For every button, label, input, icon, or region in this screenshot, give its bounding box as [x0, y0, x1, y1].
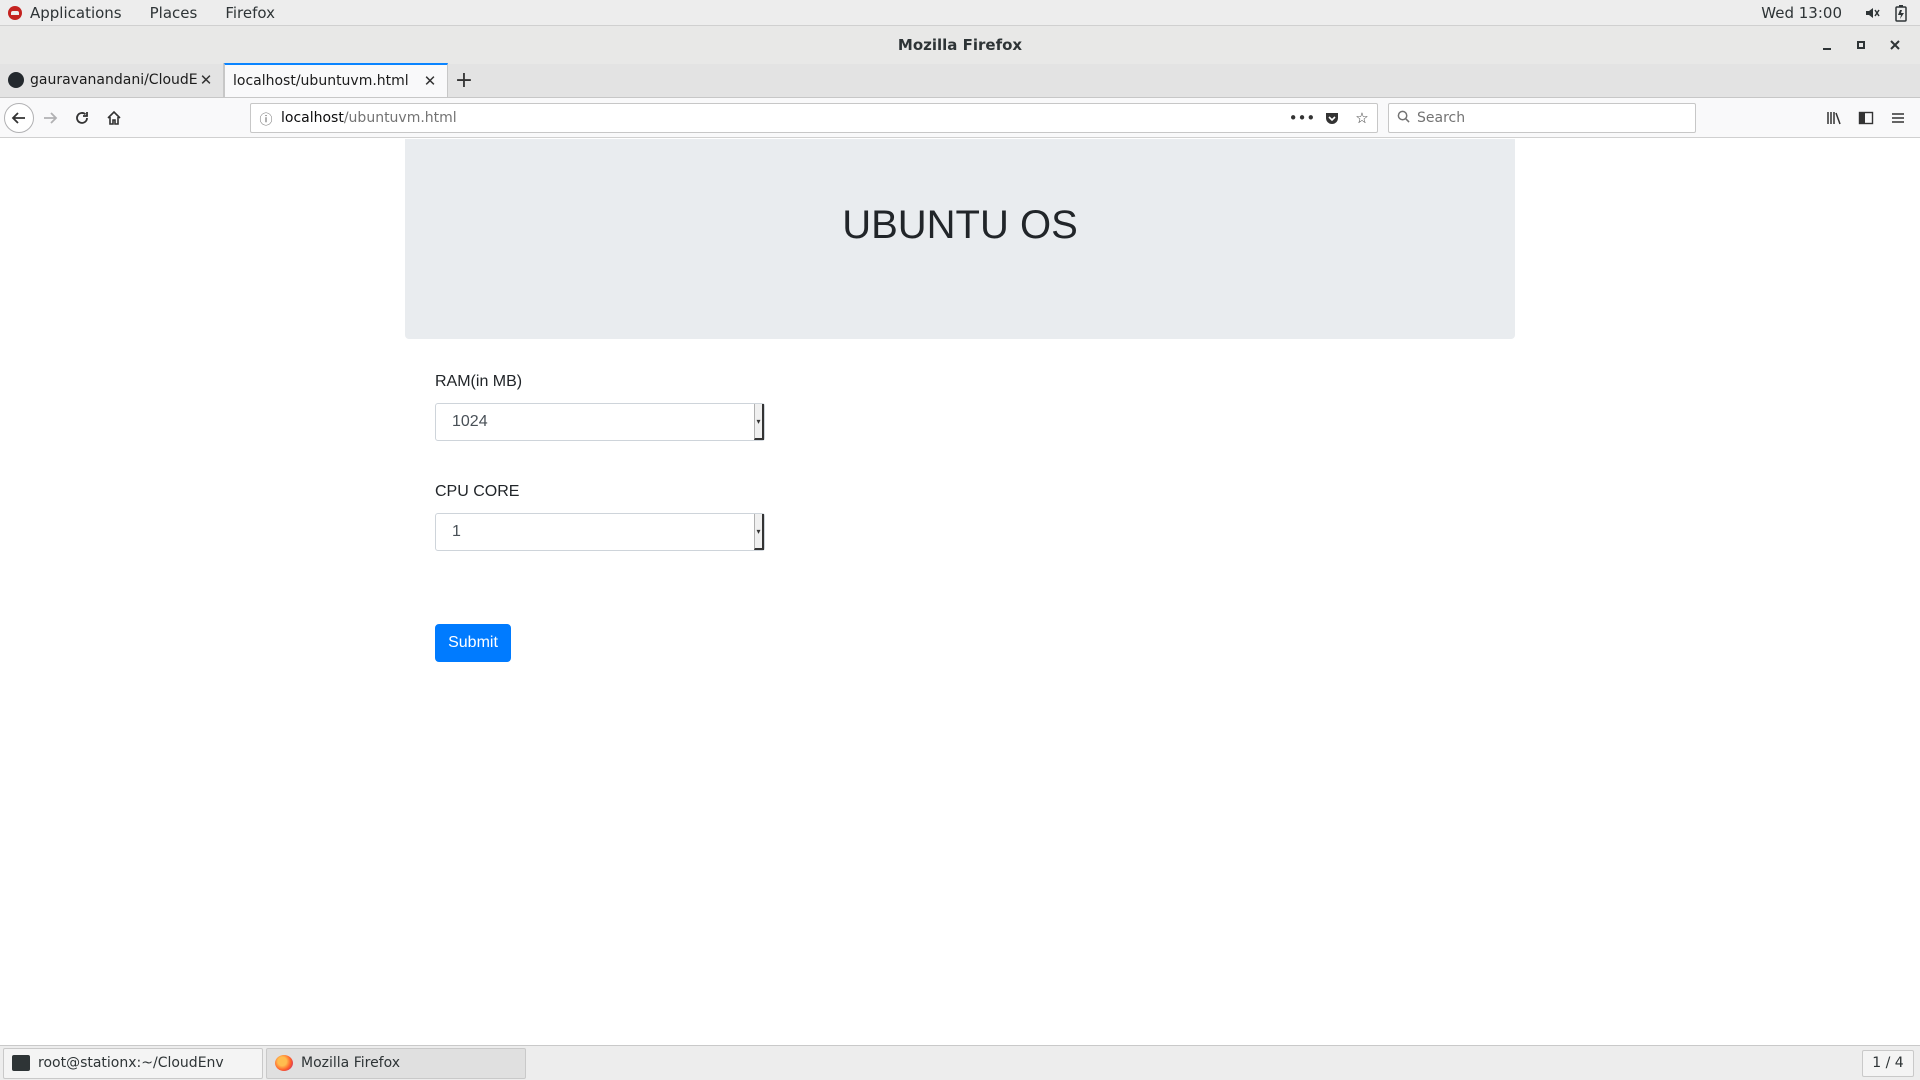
applications-menu-label: Applications [30, 3, 122, 22]
url-bar[interactable]: ⓘ localhost/ubuntuvm.html ••• ☆ [250, 103, 1378, 133]
applications-menu[interactable]: Applications [0, 0, 136, 26]
reload-button[interactable] [66, 102, 98, 134]
close-window-button[interactable] [1878, 30, 1912, 60]
page-title: UBUNTU OS [842, 203, 1078, 247]
cpu-select-value: 1 [452, 523, 461, 540]
tab-strip: gauravanandani/CloudEnv ✕ localhost/ubun… [0, 63, 1920, 98]
tab-label: localhost/ubuntuvm.html [233, 73, 409, 89]
ram-select-value: 1024 [452, 413, 488, 430]
back-button[interactable] [4, 102, 34, 133]
tab-github[interactable]: gauravanandani/CloudEnv ✕ [0, 63, 224, 97]
forward-button[interactable] [34, 102, 66, 134]
distro-logo-icon [8, 5, 22, 20]
bookmark-star-icon[interactable]: ☆ [1347, 104, 1377, 132]
ram-select[interactable]: 1024 ▾ [435, 403, 765, 441]
firefox-app-menu-label: Firefox [225, 3, 275, 22]
minimize-button[interactable] [1810, 30, 1844, 60]
clock[interactable]: Wed 13:00 [1761, 4, 1842, 22]
taskbar-item-terminal[interactable]: root@stationx:~/CloudEnv [3, 1047, 263, 1079]
url-actions: ••• ☆ [1287, 104, 1377, 132]
ram-label: RAM(in MB) [435, 373, 523, 390]
places-menu-label: Places [149, 3, 198, 22]
new-tab-button[interactable]: + [448, 63, 480, 97]
home-button[interactable] [98, 102, 130, 134]
close-icon[interactable]: ✕ [197, 71, 215, 89]
window-title: Mozilla Firefox [897, 36, 1023, 54]
cpu-select[interactable]: 1 ▾ [435, 513, 765, 551]
window-title-bar: Mozilla Firefox [0, 26, 1920, 64]
page-actions-icon[interactable]: ••• [1287, 104, 1317, 132]
cpu-label: CPU CORE [435, 483, 520, 500]
search-placeholder: Search [1417, 110, 1466, 126]
top-menu: Applications Places Firefox [0, 0, 289, 26]
submit-button[interactable]: Submit [435, 624, 511, 662]
site-info-icon[interactable]: ⓘ [251, 109, 281, 128]
url-host: localhost [281, 110, 344, 126]
window-controls [1810, 26, 1912, 64]
search-icon [1389, 110, 1417, 127]
library-icon[interactable] [1818, 102, 1850, 134]
places-menu[interactable]: Places [136, 0, 212, 26]
system-tray: Wed 13:00 [1761, 0, 1920, 26]
github-icon [8, 72, 24, 88]
chevron-down-icon[interactable]: ▾ [754, 404, 764, 440]
volume-icon[interactable] [1864, 4, 1882, 22]
tab-label: gauravanandani/CloudEnv [30, 72, 197, 88]
close-icon[interactable]: ✕ [421, 72, 439, 90]
maximize-button[interactable] [1844, 30, 1878, 60]
tab-ubuntuvm[interactable]: localhost/ubuntuvm.html ✕ [224, 63, 448, 97]
taskbar-item-label: Mozilla Firefox [301, 1055, 401, 1071]
toolbar-right [1818, 102, 1914, 134]
page-content: UBUNTU OS RAM(in MB) 1024 ▾ CPU CORE 1 ▾… [0, 139, 1920, 1045]
chevron-down-icon[interactable]: ▾ [754, 514, 764, 550]
pocket-icon[interactable] [1317, 104, 1347, 132]
search-bar[interactable]: Search [1388, 103, 1696, 133]
firefox-icon [275, 1055, 293, 1071]
terminal-icon [12, 1055, 30, 1071]
gnome-top-bar: Applications Places Firefox Wed 13:00 [0, 0, 1920, 26]
sidebar-icon[interactable] [1850, 102, 1882, 134]
taskbar-item-label: root@stationx:~/CloudEnv [38, 1055, 224, 1071]
firefox-app-menu[interactable]: Firefox [211, 0, 289, 26]
hamburger-menu-icon[interactable] [1882, 102, 1914, 134]
window-list-taskbar: root@stationx:~/CloudEnv Mozilla Firefox… [0, 1045, 1920, 1080]
taskbar-item-firefox[interactable]: Mozilla Firefox [266, 1047, 526, 1079]
battery-icon[interactable] [1892, 4, 1910, 22]
url-path: /ubuntuvm.html [343, 110, 457, 126]
workspace-indicator[interactable]: 1 / 4 [1862, 1049, 1914, 1077]
navigation-toolbar: ⓘ localhost/ubuntuvm.html ••• ☆ Search [0, 98, 1920, 138]
jumbotron: UBUNTU OS [405, 139, 1515, 339]
